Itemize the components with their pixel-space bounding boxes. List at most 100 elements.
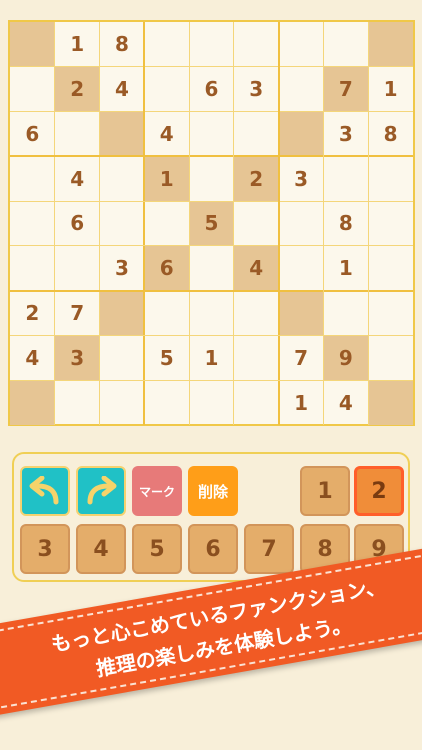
sudoku-cell[interactable] <box>55 246 100 291</box>
sudoku-cell[interactable] <box>189 380 234 425</box>
mark-button[interactable]: マーク <box>132 466 182 516</box>
sudoku-cell[interactable]: 3 <box>234 67 279 112</box>
sudoku-cell[interactable] <box>99 290 145 336</box>
sudoku-cell[interactable] <box>189 156 234 201</box>
sudoku-cell[interactable] <box>144 67 189 112</box>
number-button-label: 3 <box>37 536 53 562</box>
sudoku-cell[interactable] <box>323 22 368 67</box>
sudoku-cell[interactable] <box>100 156 145 201</box>
sudoku-cell[interactable]: 3 <box>279 156 324 201</box>
sudoku-cell[interactable]: 8 <box>100 22 145 67</box>
sudoku-cell[interactable] <box>278 111 324 157</box>
sudoku-cell[interactable] <box>55 380 100 425</box>
sudoku-cell[interactable]: 2 <box>54 66 100 112</box>
sudoku-cell[interactable]: 2 <box>10 291 55 336</box>
sudoku-cell[interactable] <box>278 290 324 336</box>
sudoku-cell[interactable]: 3 <box>100 246 145 291</box>
sudoku-cell[interactable] <box>368 335 413 380</box>
number-button-4[interactable]: 4 <box>76 524 126 574</box>
sudoku-cell[interactable] <box>279 246 324 291</box>
sudoku-cell[interactable] <box>100 201 145 246</box>
sudoku-cell[interactable] <box>10 246 55 291</box>
sudoku-cell[interactable]: 5 <box>189 201 234 246</box>
redo-button[interactable] <box>76 466 126 516</box>
sudoku-cell[interactable] <box>323 156 368 201</box>
sudoku-cell[interactable] <box>234 22 279 67</box>
sudoku-cell[interactable]: 4 <box>100 67 145 112</box>
sudoku-cell[interactable] <box>323 291 368 336</box>
sudoku-cell[interactable]: 8 <box>368 112 413 157</box>
sudoku-cell[interactable]: 1 <box>368 67 413 112</box>
sudoku-cell[interactable]: 9 <box>323 335 369 381</box>
sudoku-cell[interactable]: 4 <box>233 245 279 291</box>
sudoku-cell[interactable] <box>368 291 413 336</box>
sudoku-cell[interactable]: 4 <box>10 335 55 380</box>
sudoku-cell[interactable] <box>189 291 234 336</box>
grid-line <box>10 289 413 292</box>
sudoku-cell[interactable] <box>234 201 279 246</box>
sudoku-cell[interactable] <box>279 67 324 112</box>
sudoku-cell[interactable]: 6 <box>10 112 55 157</box>
sudoku-cell[interactable] <box>100 380 145 425</box>
sudoku-cell[interactable] <box>144 22 189 67</box>
sudoku-cell[interactable] <box>99 111 145 157</box>
sudoku-cell[interactable] <box>144 380 189 425</box>
sudoku-cell[interactable]: 1 <box>55 22 100 67</box>
sudoku-cell[interactable] <box>279 201 324 246</box>
sudoku-cell[interactable] <box>10 22 55 67</box>
sudoku-cell[interactable]: 1 <box>279 380 324 425</box>
sudoku-cell[interactable] <box>189 22 234 67</box>
sudoku-cell[interactable]: 4 <box>144 112 189 157</box>
sudoku-cell[interactable]: 7 <box>279 335 324 380</box>
sudoku-cell[interactable] <box>10 201 55 246</box>
number-button-2[interactable]: 2 <box>354 466 404 516</box>
undo-button[interactable] <box>20 466 70 516</box>
sudoku-cell[interactable]: 2 <box>233 156 279 202</box>
sudoku-cell[interactable]: 3 <box>323 112 368 157</box>
sudoku-cell[interactable] <box>234 112 279 157</box>
sudoku-cell[interactable] <box>55 112 100 157</box>
sudoku-cell[interactable]: 7 <box>323 66 369 112</box>
delete-button-label: 削除 <box>197 482 228 501</box>
sudoku-cell[interactable] <box>189 112 234 157</box>
sudoku-cell[interactable] <box>279 22 324 67</box>
sudoku-cell[interactable] <box>234 380 279 425</box>
sudoku-cell[interactable] <box>100 335 145 380</box>
sudoku-cell[interactable]: 8 <box>323 201 368 246</box>
sudoku-cell[interactable]: 6 <box>144 245 190 291</box>
number-button-3[interactable]: 3 <box>20 524 70 574</box>
sudoku-cell[interactable] <box>368 22 413 67</box>
sudoku-cell[interactable] <box>368 246 413 291</box>
grid-line <box>10 111 413 113</box>
sudoku-board: 182463716438412365836412743517914 <box>8 20 415 426</box>
sudoku-cell[interactable]: 3 <box>54 335 100 381</box>
sudoku-cell[interactable] <box>144 201 189 246</box>
sudoku-cell[interactable] <box>234 291 279 336</box>
sudoku-cell[interactable] <box>10 156 55 201</box>
sudoku-cell[interactable]: 1 <box>323 246 368 291</box>
sudoku-cell[interactable]: 4 <box>55 156 100 201</box>
redo-arrow-icon <box>87 476 117 505</box>
sudoku-cell[interactable]: 1 <box>144 156 190 202</box>
grid-line <box>10 379 413 381</box>
sudoku-cell[interactable]: 6 <box>55 201 100 246</box>
number-button-label: 1 <box>317 478 333 504</box>
grid-line <box>10 245 413 247</box>
sudoku-cell[interactable]: 5 <box>144 335 189 380</box>
sudoku-cell[interactable]: 7 <box>55 291 100 336</box>
sudoku-cell[interactable]: 1 <box>189 335 234 380</box>
sudoku-cell[interactable] <box>234 335 279 380</box>
sudoku-cell[interactable]: 6 <box>189 67 234 112</box>
sudoku-cell[interactable] <box>10 380 55 425</box>
sudoku-cell[interactable] <box>368 156 413 201</box>
delete-button[interactable]: 削除 <box>188 466 238 516</box>
sudoku-cell[interactable] <box>10 67 55 112</box>
grid-line <box>143 22 146 425</box>
sudoku-cell[interactable] <box>368 380 413 425</box>
sudoku-cell[interactable] <box>144 291 189 336</box>
number-button-1[interactable]: 1 <box>300 466 350 516</box>
sudoku-cell[interactable]: 4 <box>323 380 368 425</box>
sudoku-cell[interactable] <box>189 246 234 291</box>
mark-button-label: マーク <box>138 484 175 499</box>
sudoku-cell[interactable] <box>368 201 413 246</box>
